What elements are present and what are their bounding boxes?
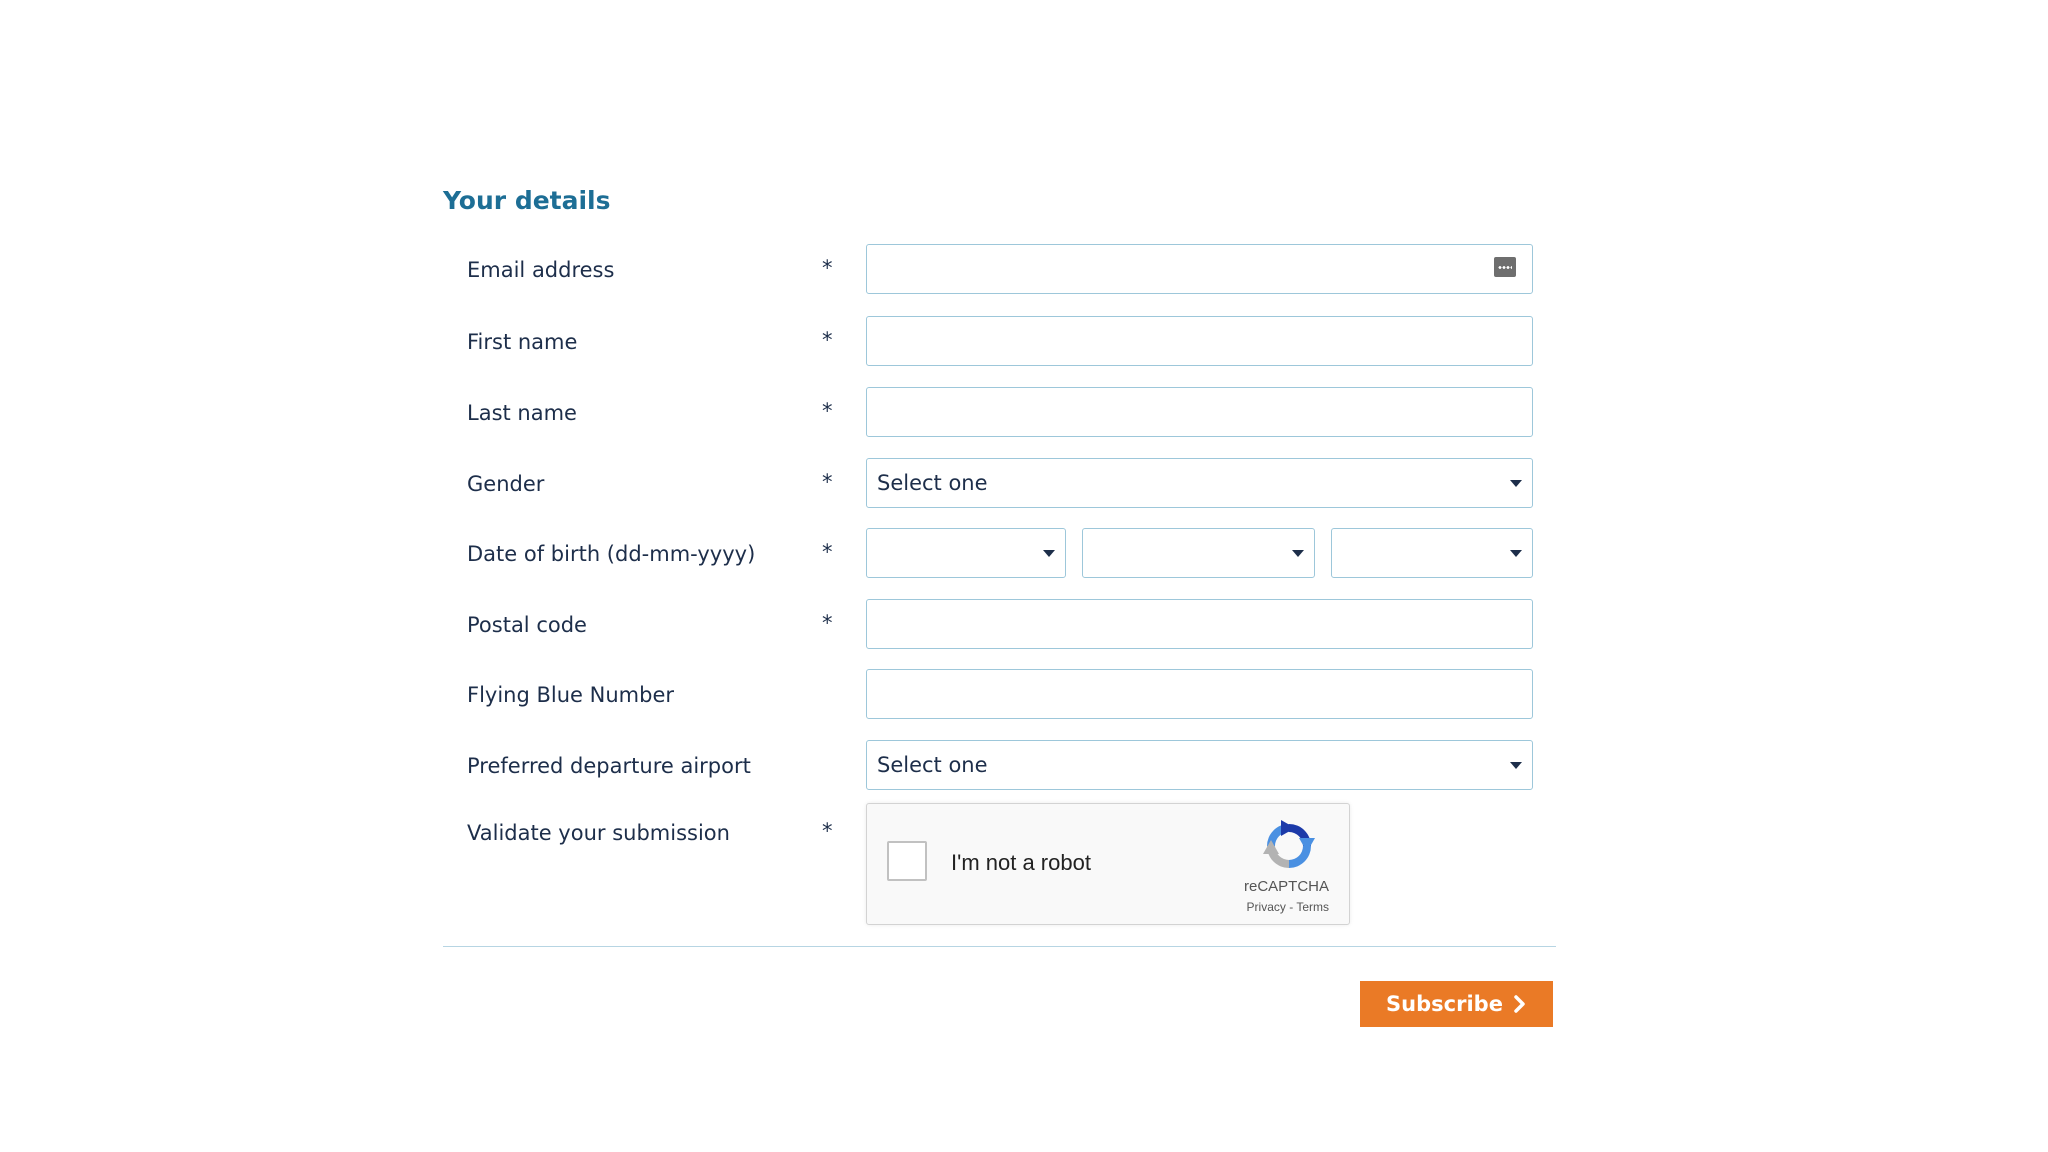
recaptcha-widget: I'm not a robot reCAPTCHA Privacy - Term… — [866, 803, 1350, 925]
gender-label: Gender — [467, 472, 545, 496]
email-field[interactable] — [866, 244, 1533, 294]
required-marker: * — [822, 470, 833, 494]
dob-year-select[interactable] — [1331, 528, 1533, 578]
first-name-row: First name * — [443, 316, 1533, 368]
postal-code-label: Postal code — [467, 613, 587, 637]
chevron-down-icon — [1510, 550, 1522, 557]
recaptcha-link-separator: - — [1285, 900, 1297, 914]
required-marker: * — [822, 328, 833, 352]
recaptcha-checkbox[interactable] — [887, 841, 927, 881]
chevron-down-icon — [1510, 762, 1522, 769]
divider — [443, 946, 1556, 947]
gender-selected-value: Select one — [877, 471, 988, 495]
flying-blue-field[interactable] — [866, 669, 1533, 719]
required-marker: * — [822, 399, 833, 423]
chevron-down-icon — [1510, 480, 1522, 487]
required-marker: * — [822, 611, 833, 635]
first-name-field[interactable] — [866, 316, 1533, 366]
airport-label: Preferred departure airport — [467, 754, 751, 778]
required-marker: * — [822, 819, 833, 843]
dob-day-select[interactable] — [866, 528, 1066, 578]
flying-blue-row: Flying Blue Number — [443, 669, 1533, 721]
dob-row: Date of birth (dd-mm-yyyy) * — [443, 528, 1533, 580]
section-title: Your details — [443, 186, 611, 215]
recaptcha-privacy-link[interactable]: Privacy — [1247, 900, 1286, 914]
airport-row: Preferred departure airport Select one — [443, 740, 1533, 792]
subscription-form-page: Your details Email address * First name … — [0, 0, 2048, 1152]
recaptcha-brand: reCAPTCHA — [1243, 878, 1329, 895]
subscribe-button-label: Subscribe — [1386, 992, 1503, 1016]
validate-label: Validate your submission — [467, 821, 730, 845]
airport-select[interactable]: Select one — [866, 740, 1533, 790]
recaptcha-terms-link[interactable]: Terms — [1296, 900, 1329, 914]
validate-row: Validate your submission * I'm not a rob… — [443, 803, 1533, 927]
recaptcha-checkbox-label: I'm not a robot — [951, 850, 1091, 875]
chevron-down-icon — [1043, 550, 1055, 557]
required-marker: * — [822, 256, 833, 280]
gender-row: Gender * Select one — [443, 458, 1533, 510]
flying-blue-label: Flying Blue Number — [467, 683, 674, 707]
last-name-row: Last name * — [443, 387, 1533, 439]
first-name-label: First name — [467, 330, 578, 354]
last-name-field[interactable] — [866, 387, 1533, 437]
email-label: Email address — [467, 258, 615, 282]
chevron-right-icon — [1514, 995, 1525, 1013]
dob-label: Date of birth (dd-mm-yyyy) — [467, 542, 756, 566]
email-row: Email address * — [443, 244, 1533, 296]
gender-select[interactable]: Select one — [866, 458, 1533, 508]
recaptcha-logo-icon — [1263, 820, 1315, 868]
required-marker: * — [822, 540, 833, 564]
recaptcha-links: Privacy - Terms — [1247, 900, 1329, 914]
postal-code-row: Postal code * — [443, 599, 1533, 651]
subscribe-button[interactable]: Subscribe — [1360, 981, 1553, 1027]
chevron-down-icon — [1292, 550, 1304, 557]
last-name-label: Last name — [467, 401, 577, 425]
dob-month-select[interactable] — [1082, 528, 1315, 578]
postal-code-field[interactable] — [866, 599, 1533, 649]
password-manager-icon[interactable] — [1494, 257, 1516, 277]
airport-selected-value: Select one — [877, 753, 988, 777]
